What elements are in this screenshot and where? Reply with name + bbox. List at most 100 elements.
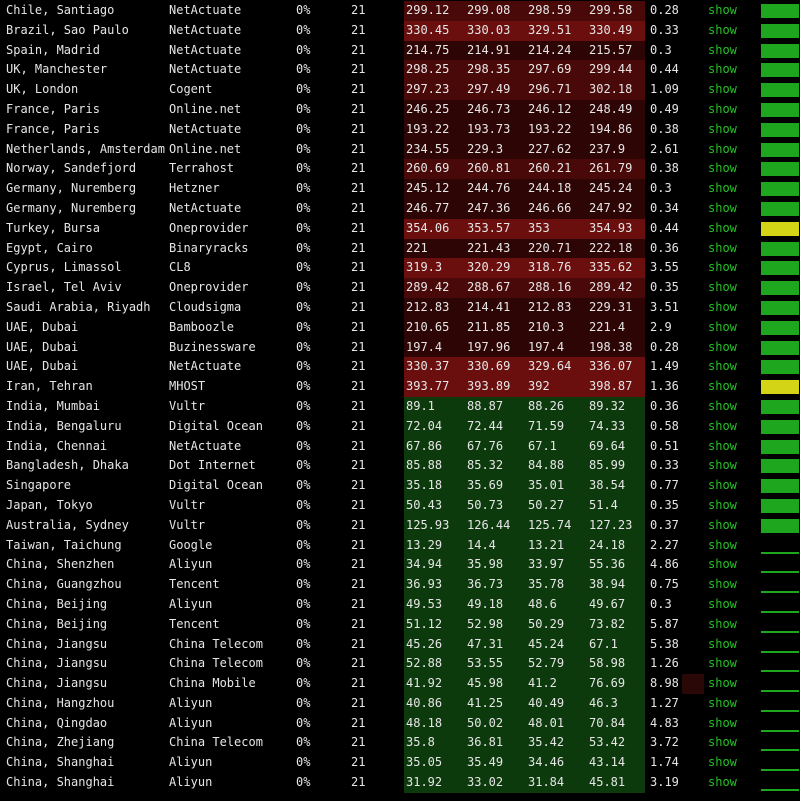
latency-graph-bar [761,102,799,117]
avg-cell: 126.44 [467,517,511,532]
worst-cell: 24.18 [589,537,626,552]
show-link[interactable]: show [708,773,737,793]
provider-cell: Tencent [169,577,220,592]
show-link[interactable]: show [708,437,737,457]
show-link[interactable]: show [708,536,737,556]
latency-graph-bar [761,380,799,395]
best-cell: 40.49 [528,695,565,710]
latency-graph-bar [761,201,799,216]
worst-cell: 247.92 [589,200,633,215]
avg-cell: 35.49 [467,755,504,770]
show-link[interactable]: show [708,60,737,80]
latency-graph-bar [761,605,799,613]
location-cell: Singapore [6,478,72,493]
best-cell: 71.59 [528,418,565,433]
show-link[interactable]: show [708,140,737,160]
loss-cell: 0% [296,359,311,374]
avg-cell: 244.76 [467,181,511,196]
table-row: Egypt, Cairo Binaryracks 0% 21 221 221.43 220.… [0,238,800,259]
show-link[interactable]: show [708,100,737,120]
show-link[interactable]: show [708,555,737,575]
provider-cell: NetActuate [169,438,242,453]
loss-cell: 0% [296,695,311,710]
show-link[interactable]: show [708,318,737,338]
provider-cell: Terrahost [169,161,235,176]
provider-cell: Aliyun [169,715,213,730]
last-cell: 50.43 [406,497,443,512]
provider-cell: NetActuate [169,62,242,77]
show-link[interactable]: show [708,159,737,179]
show-link[interactable]: show [708,278,737,298]
loss-cell: 0% [296,735,311,750]
stdev-cell: 0.36 [650,240,679,255]
show-link[interactable]: show [708,258,737,278]
location-cell: China, Shenzhen [6,557,115,572]
show-link[interactable]: show [708,338,737,358]
show-link[interactable]: show [708,595,737,615]
show-link[interactable]: show [708,516,737,536]
last-cell: 245.12 [406,181,450,196]
stdev-cell: 5.38 [650,636,679,651]
best-cell: 48.01 [528,715,565,730]
show-link[interactable]: show [708,476,737,496]
show-link[interactable]: show [708,575,737,595]
show-link[interactable]: show [708,357,737,377]
show-link[interactable]: show [708,615,737,635]
latency-graph-bar [761,546,799,554]
sent-cell: 21 [351,775,366,790]
worst-cell: 51.4 [589,497,618,512]
show-link[interactable]: show [708,298,737,318]
best-cell: 197.4 [528,339,565,354]
show-link[interactable]: show [708,654,737,674]
best-cell: 244.18 [528,181,572,196]
provider-cell: Cloudsigma [169,299,242,314]
best-cell: 67.1 [528,438,557,453]
avg-cell: 214.41 [467,299,511,314]
loss-cell: 0% [296,240,311,255]
show-link[interactable]: show [708,674,737,694]
latency-graph-bar [761,684,799,693]
show-link[interactable]: show [708,635,737,655]
provider-cell: NetActuate [169,22,242,37]
best-cell: 220.71 [528,240,572,255]
show-link[interactable]: show [708,179,737,199]
stdev-cell: 5.87 [650,616,679,631]
show-link[interactable]: show [708,21,737,41]
show-link[interactable]: show [708,1,737,21]
show-link[interactable]: show [708,199,737,219]
sent-cell: 21 [351,577,366,592]
sent-cell: 21 [351,636,366,651]
show-link[interactable]: show [708,417,737,437]
show-link[interactable]: show [708,753,737,773]
show-link[interactable]: show [708,377,737,397]
show-link[interactable]: show [708,397,737,417]
show-link[interactable]: show [708,496,737,516]
worst-cell: 67.1 [589,636,618,651]
worst-cell: 45.81 [589,775,626,790]
worst-cell: 354.93 [589,220,633,235]
worst-cell: 299.58 [589,3,633,17]
provider-cell: Online.net [169,141,242,156]
latency-graph-bar [761,585,799,594]
show-link[interactable]: show [708,733,737,753]
show-link[interactable]: show [708,120,737,140]
last-cell: 246.77 [406,200,450,215]
show-link[interactable]: show [708,694,737,714]
loss-cell: 0% [296,141,311,156]
location-cell: Egypt, Cairo [6,240,93,255]
best-cell: 33.97 [528,557,565,572]
show-link[interactable]: show [708,41,737,61]
sent-cell: 21 [351,616,366,631]
worst-cell: 336.07 [589,359,633,374]
latency-graph-bar [761,142,799,157]
show-link[interactable]: show [708,219,737,239]
show-link[interactable]: show [708,714,737,734]
sent-cell: 21 [351,359,366,374]
show-link[interactable]: show [708,239,737,259]
show-link[interactable]: show [708,80,737,100]
stdev-cell: 0.37 [650,517,679,532]
sent-cell: 21 [351,339,366,354]
stdev-highlight [682,674,704,694]
show-link[interactable]: show [708,456,737,476]
sent-cell: 21 [351,458,366,473]
